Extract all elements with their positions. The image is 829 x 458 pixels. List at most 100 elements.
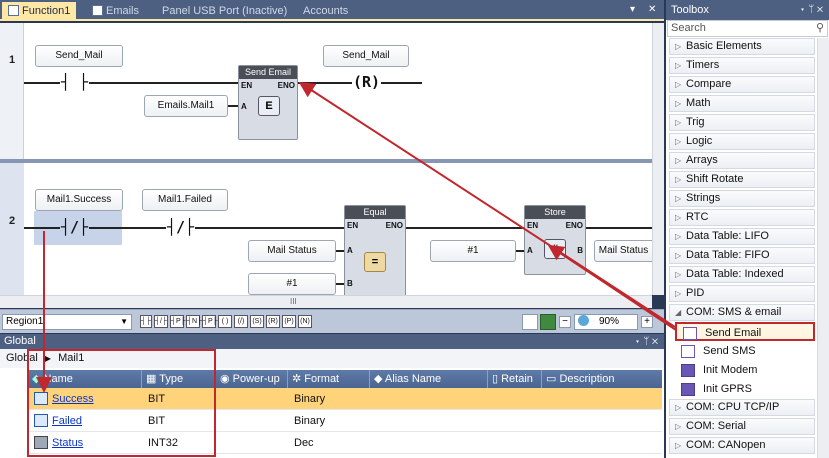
store-block[interactable]: Store EN ENO A B # (524, 205, 586, 275)
rung2-contact2-tag[interactable]: Mail1.Failed (142, 189, 228, 211)
column-type[interactable]: ▦ Type (142, 370, 216, 388)
ladder-horizontal-scrollbar[interactable]: III (0, 295, 652, 308)
cell-name: Success (28, 388, 142, 410)
document-icon (92, 5, 103, 16)
toolbox-category[interactable]: ▷ Data Table: LIFO (669, 228, 815, 245)
toolbox-category[interactable]: ▷ Timers (669, 57, 815, 74)
variables-table-header: ◆ Name ▦ Type ◉ Power-up ✲ Format ◆ Alia… (28, 370, 662, 388)
element-button-p2-contact[interactable]: ┤P├ (202, 315, 218, 328)
store-eno-pin: ENO (565, 221, 583, 230)
table-row[interactable]: Failed BIT Binary (28, 410, 662, 432)
variable-link-failed[interactable]: Failed (52, 415, 82, 427)
toolbox-category[interactable]: ▷ Shift Rotate (669, 171, 815, 188)
tab-menu-button[interactable]: ▾ (630, 4, 635, 15)
toolbox-category[interactable]: ▷ Arrays (669, 152, 815, 169)
toolbox-category[interactable]: ▷ COM: CPU TCP/IP (669, 399, 815, 416)
toolbox-category[interactable]: ▷ Logic (669, 133, 815, 150)
toolbox-category[interactable]: ▷ PID (669, 285, 815, 302)
variable-link-success[interactable]: Success (52, 393, 94, 405)
panel-pin-close-icons[interactable]: ▾ ᛘ ✕ (634, 334, 658, 349)
element-button-set-coil[interactable]: (S) (250, 315, 264, 328)
expand-arrow-icon: ▷ (675, 289, 682, 298)
table-row[interactable]: Status INT32 Dec (28, 432, 662, 454)
toolbox-scrollbar[interactable] (817, 38, 829, 458)
toolbox-category[interactable]: ▷ Data Table: Indexed (669, 266, 815, 283)
element-button-coil[interactable]: ( ) (218, 315, 232, 328)
toolbox-category[interactable]: ▷ COM: Serial (669, 418, 815, 435)
tab-function1[interactable]: Function1 (2, 2, 77, 21)
equal-block[interactable]: Equal EN ENO A B = (344, 205, 406, 295)
toolbox-item-init-gprs[interactable]: Init GPRS (675, 380, 815, 399)
column-retain[interactable]: ▯ Retain (488, 370, 542, 388)
toolbox-item-init-modem[interactable]: Init Modem (675, 361, 815, 380)
table-row[interactable]: Success BIT Binary (28, 388, 662, 410)
store-input-a-tag[interactable]: #1 (430, 240, 516, 262)
element-button-nc-contact[interactable]: ┤/├ (154, 315, 168, 328)
toolbox-category[interactable]: ▷ Basic Elements (669, 38, 815, 55)
column-format[interactable]: ✲ Format (288, 370, 370, 388)
tab-emails[interactable]: Emails (86, 2, 145, 21)
zoom-in-button[interactable]: + (641, 316, 653, 328)
expand-arrow-icon: ▷ (675, 232, 682, 241)
ladder-canvas[interactable]: 1 2 Send_Mail ┤ ├ Send_Mail (R) Emails.M… (0, 23, 652, 295)
toolbox-category[interactable]: ▷ COM: CANopen (669, 437, 815, 454)
element-button-neg-coil[interactable]: (/) (234, 315, 248, 328)
rung2-contact1-tag[interactable]: Mail1.Success (35, 189, 123, 211)
store-en-pin: EN (527, 221, 539, 230)
zoom-fit-icon[interactable] (522, 314, 538, 330)
toolbox-category[interactable]: ▷ RTC (669, 209, 815, 226)
toolbox-search-input[interactable]: Search ⚲ (667, 20, 828, 37)
toolbox-item-send-email[interactable]: Send Email (675, 322, 815, 341)
chevron-down-icon: ▼ (120, 317, 128, 326)
toolbox-category[interactable]: ▷ Data Table: FIFO (669, 247, 815, 264)
store-pin-b: B (577, 246, 583, 255)
toolbox-category[interactable]: ▷ Math (669, 95, 815, 112)
column-power-up[interactable]: ◉ Power-up (216, 370, 288, 388)
breadcrumb-global[interactable]: Global (6, 352, 38, 364)
send-email-input-tag[interactable]: Emails.Mail1 (144, 95, 228, 117)
toolbox-category[interactable]: ▷ Trig (669, 114, 815, 131)
variable-link-status[interactable]: Status (52, 437, 83, 449)
zoom-out-button[interactable]: − (559, 316, 571, 328)
zoom-field[interactable]: 90% (574, 314, 638, 330)
element-button-n-coil[interactable]: (N) (298, 315, 312, 328)
breadcrumb-mail1[interactable]: Mail1 (58, 352, 84, 364)
panel-pin-close-icons[interactable]: ▾ ᛘ ✕ (799, 0, 823, 20)
rung1-contact-tag[interactable]: Send_Mail (35, 45, 123, 67)
equal-input-b-tag[interactable]: #1 (248, 273, 336, 295)
store-output-b-tag[interactable]: Mail Status (594, 240, 652, 262)
close-tab-button[interactable]: ✕ (648, 4, 656, 15)
column-name[interactable]: ◆ Name (28, 370, 142, 388)
equal-input-a-tag[interactable]: Mail Status (248, 240, 336, 262)
toolbox-category-expanded[interactable]: ◢ COM: SMS & email (669, 304, 815, 321)
rung1-reset-coil[interactable]: (R) (352, 73, 382, 91)
element-button-contact[interactable]: ┤├ (140, 315, 152, 328)
ladder-vertical-scrollbar[interactable] (652, 23, 664, 295)
region-select[interactable]: Region1 ▼ (2, 314, 132, 330)
element-button-reset-coil[interactable]: (R) (266, 315, 280, 328)
store-pin-a: A (527, 246, 533, 255)
toolbox-item-send-sms[interactable]: Send SMS (675, 342, 815, 361)
element-button-n-contact[interactable]: ┤N├ (186, 315, 202, 328)
element-button-p-contact[interactable]: ┤P├ (170, 315, 186, 328)
toolbox-category[interactable]: ▷ Strings (669, 190, 815, 207)
column-alias-name[interactable]: ◆ Alias Name (370, 370, 488, 388)
hscroll-thumb-grip[interactable]: III (290, 296, 297, 307)
column-description[interactable]: ▭ Description (542, 370, 662, 388)
rung1-coil-tag[interactable]: Send_Mail (323, 45, 409, 67)
rung1-contact[interactable]: ┤ ├ (60, 73, 90, 91)
send-email-block[interactable]: Send Email EN ENO A E (238, 65, 298, 140)
tab-accounts[interactable]: Accounts (297, 2, 354, 21)
equal-a-wire (336, 250, 344, 252)
retain-icon: ▯ (492, 373, 502, 385)
expand-arrow-icon: ▷ (675, 194, 682, 203)
zoom-region-icon[interactable] (540, 314, 556, 330)
rung2-contact2-nc[interactable]: ┤/├ (166, 218, 196, 236)
toolbox-panel: Toolbox ▾ ᛘ ✕ Search ⚲ ▷ Basic Elements ▷ Ti… (666, 0, 829, 458)
toolbox-category[interactable]: ▷ Compare (669, 76, 815, 93)
element-button-p-coil[interactable]: (P) (282, 315, 296, 328)
search-icon[interactable]: ⚲ (816, 21, 824, 36)
tab-panel-usb-port[interactable]: Panel USB Port (Inactive) (156, 2, 293, 21)
rung2-contact1-nc[interactable]: ┤/├ (60, 218, 90, 236)
expand-arrow-icon: ▷ (675, 441, 682, 450)
